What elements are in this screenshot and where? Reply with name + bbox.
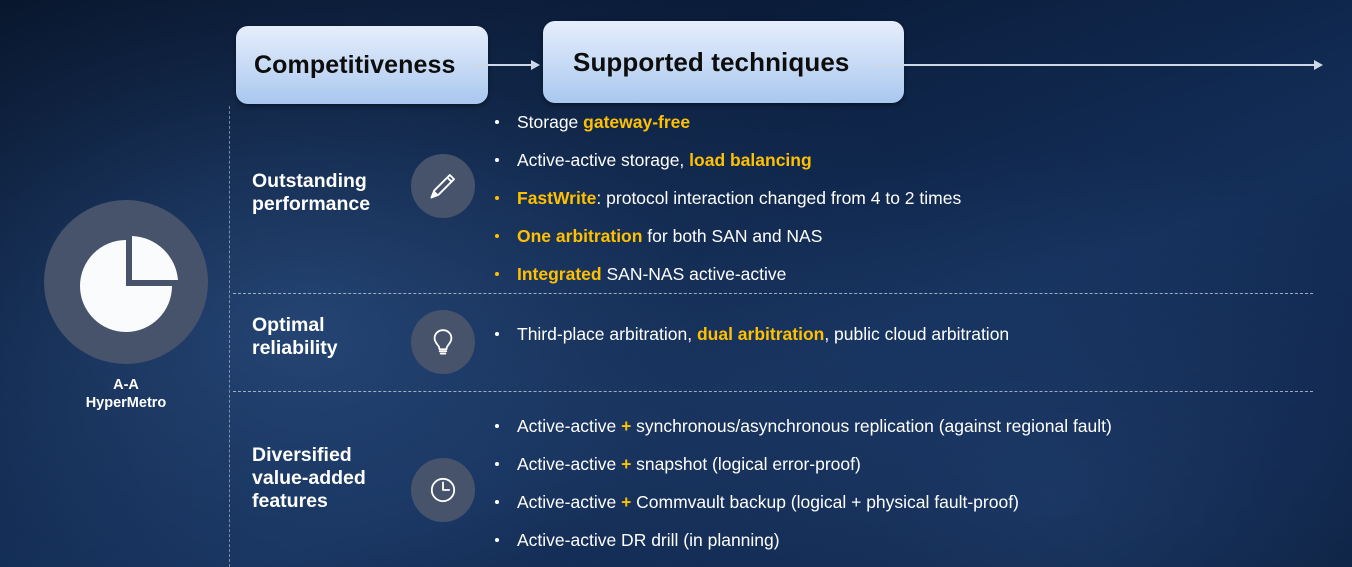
row-label-line1: Optimal (252, 314, 325, 336)
row-label-optimal-reliability: Optimal reliability (252, 314, 422, 360)
vertical-divider (229, 106, 230, 567)
bullet-dot-icon (495, 462, 499, 466)
bullet-text: Active-active + Commvault backup (logica… (517, 492, 1019, 512)
bullet-dot-icon (495, 158, 499, 162)
header-box-supported-techniques[interactable]: Supported techniques (543, 21, 904, 103)
pie-chart-icon (44, 200, 208, 364)
connector-arrow-line (470, 64, 534, 66)
row-label-line2: value-added (252, 467, 366, 489)
row-label-outstanding-performance: Outstanding performance (252, 170, 422, 216)
pencil-icon (411, 154, 475, 218)
bullet-dot-icon (495, 196, 499, 200)
row-label-line1: Outstanding (252, 170, 367, 192)
list-item: Active-active + snapshot (logical error-… (491, 454, 1112, 475)
connector-arrow-head-icon (531, 60, 540, 70)
timeline-arrow-head-icon (1314, 60, 1323, 70)
lightbulb-icon (411, 310, 475, 374)
hypermetro-badge: A-A HyperMetro (44, 200, 208, 412)
bullet-dot-icon (495, 538, 499, 542)
bullet-dot-icon (495, 500, 499, 504)
row-divider (233, 391, 1313, 392)
bullet-dot-icon (495, 234, 499, 238)
header-box-supported-techniques-label: Supported techniques (573, 46, 850, 77)
badge-label-line2: HyperMetro (85, 395, 167, 411)
list-item: Third-place arbitration, dual arbitratio… (491, 324, 1009, 345)
row-label-line2: reliability (252, 337, 338, 359)
bullet-list-optimal-reliability: Third-place arbitration, dual arbitratio… (491, 324, 1009, 345)
slide-canvas: Competitiveness Supported techniques A-A… (0, 0, 1352, 567)
bullet-text: Integrated SAN-NAS active-active (517, 264, 787, 284)
bullet-text: FastWrite: protocol interaction changed … (517, 188, 962, 208)
bullet-text: Active-active + snapshot (logical error-… (517, 454, 861, 474)
list-item: FastWrite: protocol interaction changed … (491, 188, 961, 209)
row-divider (233, 293, 1313, 294)
bullet-dot-icon (495, 332, 499, 336)
list-item: Active-active DR drill (in planning) (491, 530, 1112, 551)
header-box-competitiveness-label: Competitiveness (254, 50, 456, 79)
bullet-list-diversified-value-added-features: Active-active + synchronous/asynchronous… (491, 416, 1112, 551)
clock-icon (411, 458, 475, 522)
bullet-text: Third-place arbitration, dual arbitratio… (517, 324, 1010, 344)
list-item: Integrated SAN-NAS active-active (491, 264, 961, 285)
badge-label-line1: A-A (113, 377, 139, 393)
bullet-text: Active-active + synchronous/asynchronous… (517, 416, 1112, 436)
bullet-list-outstanding-performance: Storage gateway-free Active-active stora… (491, 112, 961, 285)
bullet-dot-icon (495, 272, 499, 276)
bullet-dot-icon (495, 120, 499, 124)
row-label-line1: Diversified (252, 444, 352, 466)
row-label-line3: features (252, 490, 328, 512)
header-box-competitiveness[interactable]: Competitiveness (236, 26, 488, 104)
list-item: Active-active + Commvault backup (logica… (491, 492, 1112, 513)
list-item: Storage gateway-free (491, 112, 961, 133)
timeline-arrow-line (874, 64, 1317, 66)
hypermetro-badge-label: A-A HyperMetro (44, 376, 208, 412)
bullet-dot-icon (495, 424, 499, 428)
bullet-text: Active-active storage, load balancing (517, 150, 812, 170)
bullet-text: One arbitration for both SAN and NAS (517, 226, 823, 246)
bullet-text: Active-active DR drill (in planning) (517, 530, 780, 550)
row-label-diversified-value-added-features: Diversified value-added features (252, 444, 422, 513)
list-item: Active-active + synchronous/asynchronous… (491, 416, 1112, 437)
row-label-line2: performance (252, 193, 371, 215)
bullet-text: Storage gateway-free (517, 112, 691, 132)
list-item: One arbitration for both SAN and NAS (491, 226, 961, 247)
list-item: Active-active storage, load balancing (491, 150, 961, 171)
